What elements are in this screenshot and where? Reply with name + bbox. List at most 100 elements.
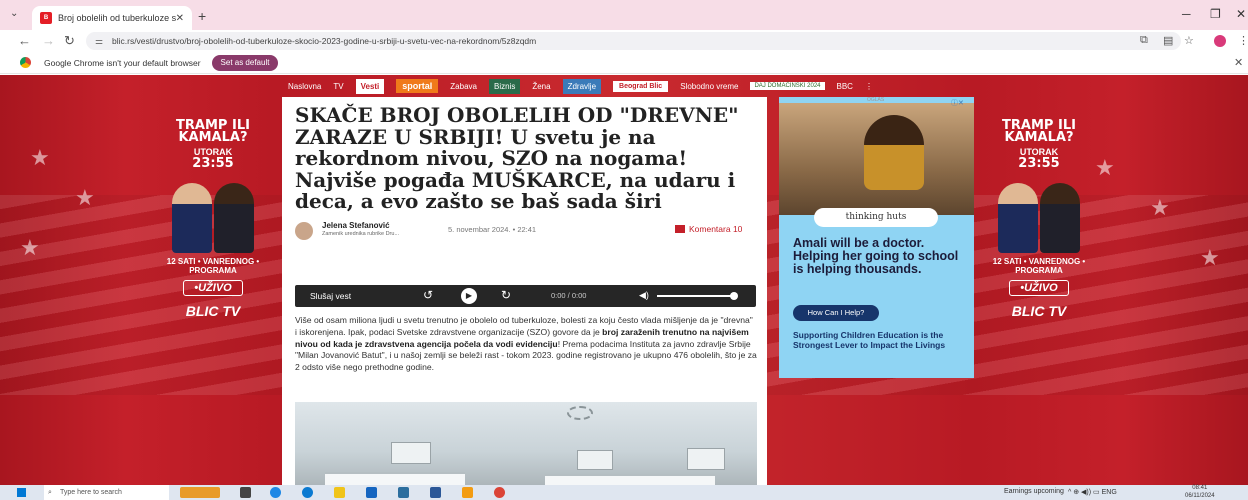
clock-time: 08:41 [1192,485,1208,491]
author-name[interactable]: Jelena Stefanović [322,221,390,230]
set-default-button[interactable]: Set as default [212,55,278,71]
minimize-icon[interactable]: ─ [1182,7,1191,21]
monitor [577,450,613,470]
browser-toolbar: ← → ↻ ⚌ blic.rs/vesti/drustvo/broj-obole… [0,30,1248,52]
ad-subtext: Supporting Children Education is the Str… [793,330,946,350]
tab-close-icon[interactable]: ✕ [176,13,184,24]
volume-icon[interactable]: ◀) [639,290,649,301]
ceiling-vent [567,406,593,420]
star-icon: ★ [1200,245,1220,270]
install-icon[interactable]: ⧉ [1140,34,1148,47]
reload-icon[interactable]: ↻ [64,33,75,49]
address-bar[interactable]: ⚌ blic.rs/vesti/drustvo/broj-obolelih-od… [86,32,1181,50]
close-window-icon[interactable]: ✕ [1236,7,1246,21]
tab-strip: ⌄ B Broj obolelih od tuberkuloze ski... … [0,0,1248,30]
star-icon: ★ [75,185,95,210]
default-browser-infobar: Google Chrome isn't your default browser… [0,52,1248,74]
comments-count: Komentara 10 [689,223,743,234]
ad-program: 12 SATI • VANREDNOG • PROGRAMA [166,257,260,275]
bookmark-star-icon[interactable]: ☆ [1184,34,1194,47]
back-icon[interactable]: ← [18,33,31,48]
nav-daj-domacinski[interactable]: DAJ DOMAĆINSKI 2024 [750,82,825,90]
word-icon[interactable] [430,487,441,498]
hospital-bed [545,474,715,485]
taskbar-search[interactable]: ⌕ Type here to search [44,485,169,500]
nav-biznis[interactable]: Biznis [488,78,521,94]
thinking-huts-logo: thinking huts [814,208,938,227]
volume-slider[interactable] [657,295,735,297]
infobar-message: Google Chrome isn't your default browser [44,58,201,68]
ad-time: 23:55 [1018,156,1060,171]
chrome-taskbar-icon[interactable] [494,487,505,498]
how-can-i-help-button[interactable]: How Can I Help? [793,305,879,321]
profile-avatar[interactable] [1214,35,1226,47]
nav-slobodno-vreme[interactable]: Slobodno vreme [680,82,738,91]
browser-tab[interactable]: B Broj obolelih od tuberkuloze ski... ✕ [32,6,192,30]
audio-player: Slušaj vest ↺ ▶ ↻ 0:00 / 0:00 ◀) [295,285,756,307]
listen-label: Slušaj vest [310,291,352,301]
system-tray[interactable]: ^ ⊕ ◀)) ▭ ENG [1068,488,1117,496]
volume-knob[interactable] [730,292,738,300]
edge-icon[interactable] [270,487,281,498]
nav-more-icon[interactable]: ⋮ [865,82,873,91]
charity-ad[interactable]: OGLAS ⓘ✕ thinking huts Amali will be a d… [779,97,974,378]
ad-headline: TRAMP ILI KAMALA? [176,118,250,145]
taskbar-clock[interactable]: 08:41 06/11/2024 [1185,485,1215,500]
nav-zdravlje[interactable]: Zdravlje [562,78,602,94]
article-title: SKAČE BROJ OBOLELIH OD "DREVNE" ZARAZE U… [295,103,739,214]
task-view-icon[interactable] [240,487,251,498]
file-explorer-icon[interactable] [334,487,345,498]
star-icon: ★ [20,235,40,260]
web-page: ★ ★ ★ ★ ★ ★ Naslovna TV Vesti sportal Za… [0,75,1248,485]
ad-live-badge: •UŽIVO [183,280,243,296]
play-button[interactable]: ▶ [461,288,477,304]
blic-tv-logo: BLIC TV [1011,303,1067,319]
new-tab-button[interactable]: + [198,8,206,24]
menu-dots-icon[interactable]: ⋮ [1238,34,1248,47]
nav-sportal[interactable]: sportal [396,79,439,93]
nav-tv[interactable]: TV [333,82,343,91]
search-placeholder: Type here to search [60,489,122,496]
nav-zabava[interactable]: Zabava [450,82,477,91]
candidates-image [994,178,1084,253]
translate-icon[interactable]: ▤ [1163,34,1173,47]
store-icon[interactable] [398,487,409,498]
ad-close-icon[interactable]: ⓘ✕ [951,98,964,108]
nav-bbc[interactable]: BBC [837,82,853,91]
candidates-image [168,178,258,253]
author-avatar [295,221,313,240]
nav-naslovna[interactable]: Naslovna [288,82,321,91]
infobar-close-icon[interactable]: ✕ [1234,56,1243,69]
forward-icon[interactable]: → [42,33,55,48]
url-text: blic.rs/vesti/drustvo/broj-obolelih-od-t… [112,36,537,46]
chrome-icon [20,57,31,68]
nav-vesti[interactable]: Vesti [355,78,385,94]
site-navigation: Naslovna TV Vesti sportal Zabava Biznis … [282,75,982,97]
publish-date: 5. novembar 2024. • 22:41 [448,224,537,234]
windows-start-icon[interactable] [17,488,26,497]
outlook-icon[interactable] [366,487,377,498]
player-time: 0:00 / 0:00 [551,291,587,300]
article: SKAČE BROJ OBOLELIH OD "DREVNE" ZARAZE U… [282,97,767,485]
restore-icon[interactable]: ❐ [1210,7,1221,21]
site-info-icon[interactable]: ⚌ [95,32,103,50]
comments-link[interactable]: Komentara 10 [675,224,742,234]
language-indicator[interactable]: ENG [1102,489,1117,496]
clock-date: 06/11/2024 [1185,492,1215,499]
widget-icon[interactable] [180,487,220,498]
forward-icon[interactable]: ↻ [501,288,511,302]
earnings-widget[interactable]: Earnings upcoming [1004,488,1064,495]
comment-icon [675,224,685,233]
hospital-bed [325,472,465,485]
article-photo [295,402,757,485]
monitor [687,448,725,470]
tab-search-icon[interactable]: ⌄ [10,8,18,19]
left-side-ad[interactable]: TRAMP ILI KAMALA? UTORAK 23:55 12 SATI •… [158,118,268,410]
nav-beograd[interactable]: Beograd Blic [613,80,669,92]
folder-icon[interactable] [462,487,473,498]
rewind-icon[interactable]: ↺ [423,288,433,302]
right-side-ad[interactable]: TRAMP ILI KAMALA? UTORAK 23:55 12 SATI •… [984,119,1094,410]
edge-browser-icon[interactable] [302,487,313,498]
star-icon: ★ [1095,155,1115,180]
nav-zena[interactable]: Žena [532,82,550,91]
